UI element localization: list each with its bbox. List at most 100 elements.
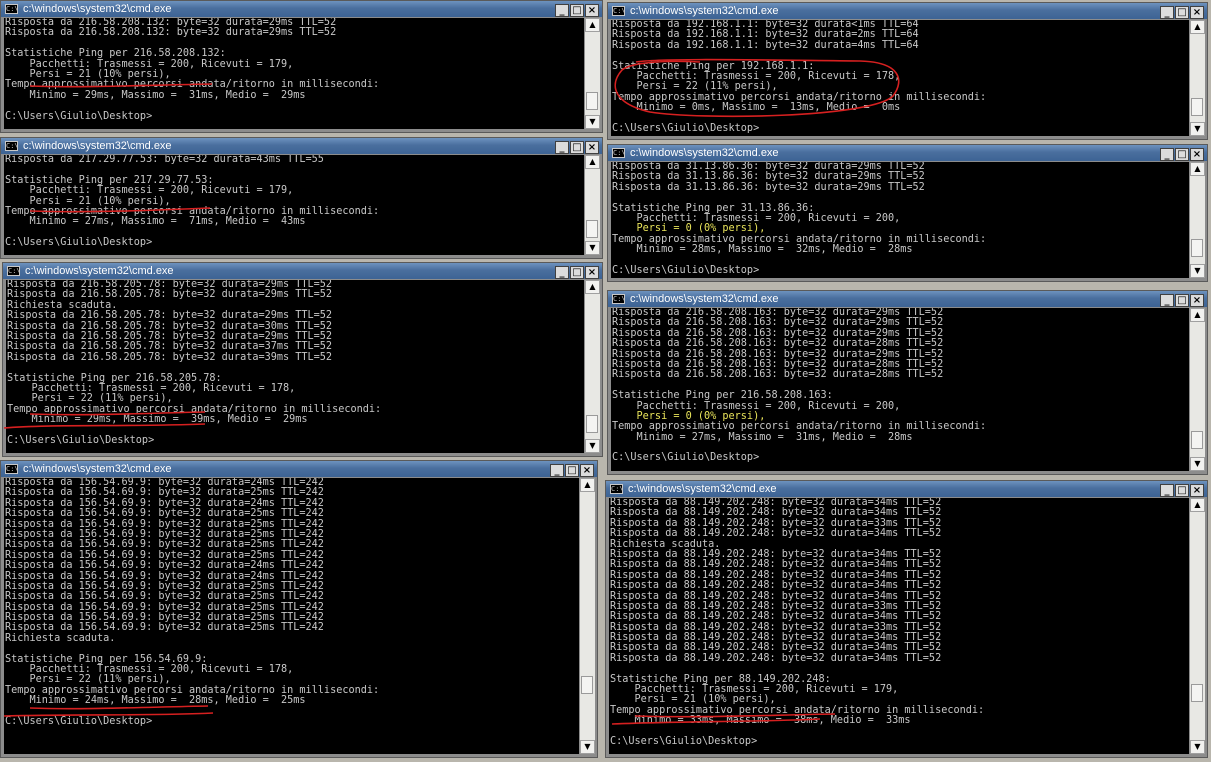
vertical-scrollbar[interactable]: ▲ ▼ (1190, 20, 1205, 136)
console-line: Risposta da 156.54.69.9: byte=32 durata=… (5, 560, 324, 572)
minimize-button[interactable]: _ (555, 266, 569, 279)
console-line: Pacchetti: Trasmessi = 200, Ricevuti = 1… (5, 185, 294, 197)
cmd-window-1[interactable]: C:\ c:\windows\system32\cmd.exe _ □ × Rispos… (0, 0, 603, 133)
console-output[interactable]: Risposta da 192.168.1.1: byte=32 durata<… (611, 20, 1189, 136)
console-line: Risposta da 88.149.202.248: byte=32 dura… (610, 580, 942, 592)
scroll-down-arrow-icon[interactable]: ▼ (580, 740, 595, 754)
console-line: Risposta da 216.58.205.78: byte=32 durat… (7, 310, 333, 322)
title-bar[interactable]: C:\ c:\windows\system32\cmd.exe _ □ × (3, 263, 602, 279)
console-output[interactable]: Risposta da 216.58.208.132: byte=32 dura… (4, 18, 584, 129)
maximize-button[interactable]: □ (565, 464, 579, 477)
console-line: Risposta da 156.54.69.9: byte=32 durata=… (5, 508, 324, 520)
title-bar[interactable]: C:\ c:\windows\system32\cmd.exe _ □ × (1, 1, 602, 17)
console-line: Minimo = 27ms, Massimo = 71ms, Medio = 4… (5, 216, 306, 228)
vertical-scrollbar[interactable]: ▲ ▼ (585, 155, 600, 255)
close-button[interactable]: × (580, 464, 594, 477)
scroll-down-arrow-icon[interactable]: ▼ (585, 241, 600, 255)
title-bar[interactable]: C:\ c:\windows\system32\cmd.exe _ □ × (608, 3, 1207, 19)
console-line: Risposta da 88.149.202.248: byte=32 dura… (610, 528, 942, 540)
cmd-window-5[interactable]: C:\ c:\windows\system32\cmd.exe _ □ × Rispos… (607, 2, 1208, 140)
window-title: c:\windows\system32\cmd.exe (630, 293, 779, 305)
title-bar[interactable]: C:\ c:\windows\system32\cmd.exe _ □ × (1, 461, 597, 477)
minimize-button[interactable]: _ (550, 464, 564, 477)
minimize-button[interactable]: _ (1160, 6, 1174, 19)
vertical-scrollbar[interactable]: ▲ ▼ (585, 280, 600, 453)
scroll-down-arrow-icon[interactable]: ▼ (585, 439, 600, 453)
minimize-button[interactable]: _ (1160, 484, 1174, 497)
title-bar[interactable]: C:\ c:\windows\system32\cmd.exe _ □ × (608, 145, 1207, 161)
cmd-window-4[interactable]: C:\ c:\windows\system32\cmd.exe _ □ × Rispos… (0, 460, 598, 758)
window-title: c:\windows\system32\cmd.exe (630, 147, 779, 159)
title-bar[interactable]: C:\ c:\windows\system32\cmd.exe _ □ × (1, 138, 602, 154)
close-button[interactable]: × (1190, 6, 1204, 19)
window-title: c:\windows\system32\cmd.exe (23, 3, 172, 15)
console-line: Risposta da 216.58.205.78: byte=32 durat… (7, 351, 333, 363)
minimize-button[interactable]: _ (555, 141, 569, 154)
vertical-scrollbar[interactable]: ▲ ▼ (585, 18, 600, 129)
maximize-button[interactable]: □ (570, 4, 584, 17)
scroll-down-arrow-icon[interactable]: ▼ (1190, 740, 1205, 754)
maximize-button[interactable]: □ (1175, 484, 1189, 497)
scroll-up-arrow-icon[interactable]: ▲ (1190, 20, 1205, 34)
console-line: Minimo = 27ms, Massimo = 31ms, Medio = 2… (612, 431, 913, 443)
scroll-thumb[interactable] (581, 676, 593, 694)
cmd-icon: C:\ (612, 6, 626, 16)
scroll-up-arrow-icon[interactable]: ▲ (1190, 498, 1205, 512)
scroll-up-arrow-icon[interactable]: ▲ (1190, 308, 1205, 322)
console-line: Minimo = 29ms, Massimo = 39ms, Medio = 2… (7, 414, 308, 426)
cmd-icon: C:\ (612, 148, 626, 158)
scroll-thumb[interactable] (586, 92, 598, 110)
vertical-scrollbar[interactable]: ▲ ▼ (1190, 162, 1205, 278)
console-output[interactable]: Risposta da 216.58.205.78: byte=32 durat… (6, 280, 584, 453)
close-button[interactable]: × (1190, 294, 1204, 307)
maximize-button[interactable]: □ (570, 266, 584, 279)
console-output[interactable]: Risposta da 216.58.208.163: byte=32 dura… (611, 308, 1189, 471)
cmd-window-6[interactable]: C:\ c:\windows\system32\cmd.exe _ □ × Rispos… (607, 144, 1208, 282)
console-line: C:\Users\Giulio\Desktop> (7, 434, 155, 446)
scroll-thumb[interactable] (1191, 239, 1203, 257)
vertical-scrollbar[interactable]: ▲ ▼ (1190, 498, 1205, 754)
minimize-button[interactable]: _ (1160, 148, 1174, 161)
scroll-down-arrow-icon[interactable]: ▼ (1190, 457, 1205, 471)
minimize-button[interactable]: _ (1160, 294, 1174, 307)
close-button[interactable]: × (585, 141, 599, 154)
console-line: Statistiche Ping per 216.58.208.163: (612, 390, 833, 402)
scroll-up-arrow-icon[interactable]: ▲ (1190, 162, 1205, 176)
scroll-thumb[interactable] (586, 415, 598, 433)
console-output[interactable]: Risposta da 88.149.202.248: byte=32 dura… (609, 498, 1189, 754)
scroll-up-arrow-icon[interactable]: ▲ (585, 18, 600, 32)
scroll-thumb[interactable] (1191, 684, 1203, 702)
console-output[interactable]: Risposta da 217.29.77.53: byte=32 durata… (4, 155, 584, 255)
maximize-button[interactable]: □ (1175, 6, 1189, 19)
close-button[interactable]: × (585, 266, 599, 279)
scroll-thumb[interactable] (1191, 431, 1203, 449)
scroll-up-arrow-icon[interactable]: ▲ (585, 280, 600, 294)
cmd-window-7[interactable]: C:\ c:\windows\system32\cmd.exe _ □ × Rispos… (607, 290, 1208, 475)
close-button[interactable]: × (1190, 484, 1204, 497)
console-line: Minimo = 0ms, Massimo = 13ms, Medio = 0m… (612, 102, 901, 114)
cmd-window-3[interactable]: C:\ c:\windows\system32\cmd.exe _ □ × Rispos… (2, 262, 603, 457)
window-title: c:\windows\system32\cmd.exe (628, 483, 777, 495)
scroll-thumb[interactable] (1191, 98, 1203, 116)
cmd-window-8[interactable]: C:\ c:\windows\system32\cmd.exe _ □ × Rispos… (605, 480, 1208, 758)
scroll-up-arrow-icon[interactable]: ▲ (580, 478, 595, 492)
minimize-button[interactable]: _ (555, 4, 569, 17)
scroll-down-arrow-icon[interactable]: ▼ (1190, 122, 1205, 136)
close-button[interactable]: × (585, 4, 599, 17)
maximize-button[interactable]: □ (570, 141, 584, 154)
vertical-scrollbar[interactable]: ▲ ▼ (1190, 308, 1205, 471)
console-output[interactable]: Risposta da 156.54.69.9: byte=32 durata=… (4, 478, 579, 754)
maximize-button[interactable]: □ (1175, 294, 1189, 307)
maximize-button[interactable]: □ (1175, 148, 1189, 161)
console-output[interactable]: Risposta da 31.13.86.36: byte=32 durata=… (611, 162, 1189, 278)
vertical-scrollbar[interactable]: ▲ ▼ (580, 478, 595, 754)
scroll-thumb[interactable] (586, 220, 598, 238)
close-button[interactable]: × (1190, 148, 1204, 161)
window-title: c:\windows\system32\cmd.exe (25, 265, 174, 277)
scroll-down-arrow-icon[interactable]: ▼ (585, 115, 600, 129)
title-bar[interactable]: C:\ c:\windows\system32\cmd.exe _ □ × (606, 481, 1207, 497)
cmd-window-2[interactable]: C:\ c:\windows\system32\cmd.exe _ □ × Rispos… (0, 137, 603, 259)
title-bar[interactable]: C:\ c:\windows\system32\cmd.exe _ □ × (608, 291, 1207, 307)
scroll-up-arrow-icon[interactable]: ▲ (585, 155, 600, 169)
scroll-down-arrow-icon[interactable]: ▼ (1190, 264, 1205, 278)
